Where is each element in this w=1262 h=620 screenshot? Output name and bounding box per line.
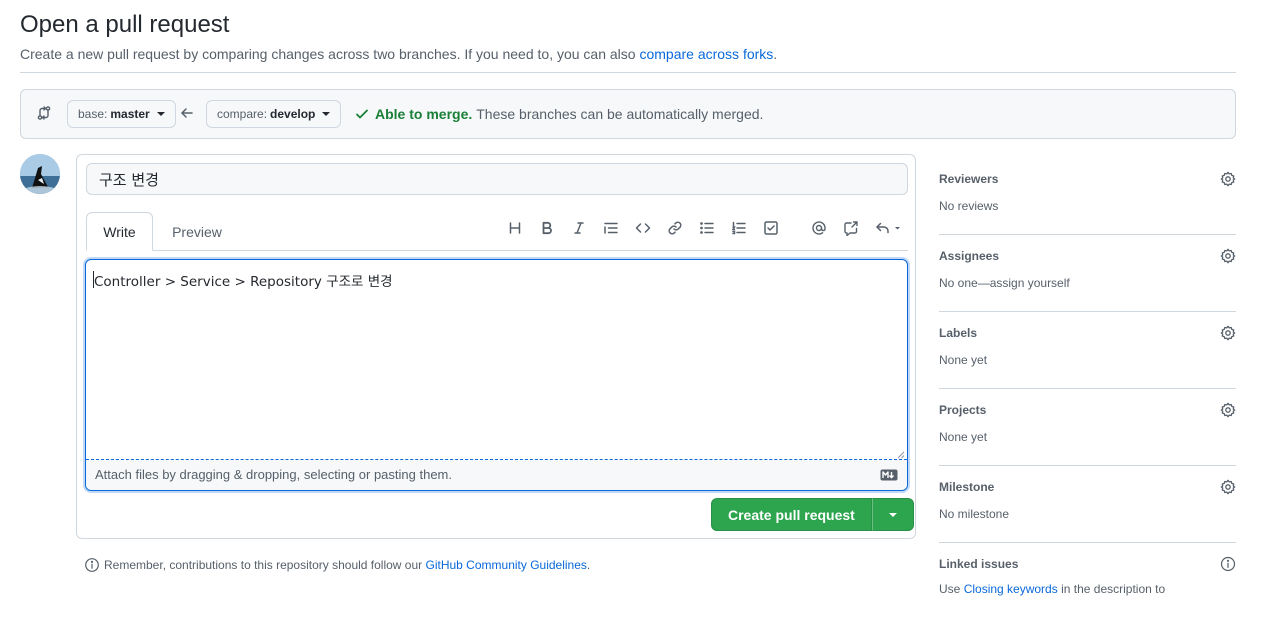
comment-body-text[interactable]: Controller > Service > Repository 구조로 변경 [93, 270, 393, 290]
page-title: Open a pull request [20, 11, 230, 38]
community-guidelines-link[interactable]: GitHub Community Guidelines [426, 558, 587, 572]
base-branch-select[interactable]: base: master [67, 100, 176, 128]
heading-icon[interactable] [507, 220, 523, 236]
base-prefix: base: [78, 107, 108, 121]
gear-icon[interactable] [1220, 171, 1236, 187]
milestone-value: No milestone [939, 507, 1010, 521]
guidelines-end: . [586, 558, 591, 572]
create-options-dropdown[interactable] [871, 498, 914, 531]
compare-across-forks-link[interactable]: compare across forks [639, 46, 773, 62]
code-icon[interactable] [635, 220, 651, 236]
quote-icon[interactable] [603, 220, 619, 236]
compare-prefix: compare: [217, 107, 268, 121]
info-icon[interactable] [1220, 556, 1236, 572]
arrow-left-icon [179, 105, 195, 121]
chevron-down-icon [888, 512, 897, 517]
pull-request-form: Write Preview Controller > Service > Rep… [76, 154, 916, 539]
link-icon[interactable] [667, 220, 683, 236]
contribution-guidelines-note: Remember, contributions to this reposito… [84, 557, 590, 573]
comment-editor[interactable]: Controller > Service > Repository 구조로 변경… [85, 259, 908, 491]
labels-value: None yet [939, 353, 988, 367]
tab-write[interactable]: Write [86, 212, 153, 251]
linked-issues-value: Use Closing keywords in the description … [939, 582, 1165, 596]
gear-icon[interactable] [1220, 479, 1236, 495]
merge-status: Able to merge. These branches can be aut… [354, 106, 763, 122]
info-icon [84, 557, 100, 573]
chevron-down-icon [322, 112, 331, 116]
sidebar-section-assignees: Assignees No one—assign yourself [939, 235, 1236, 312]
merge-status-text: These branches can be automatically merg… [476, 106, 764, 122]
attach-files-text: Attach files by dragging & dropping, sel… [95, 467, 452, 482]
mention-icon[interactable] [811, 220, 827, 236]
task-list-icon[interactable] [763, 220, 779, 236]
resize-handle-icon[interactable] [897, 446, 905, 459]
compare-branch-select[interactable]: compare: develop [206, 100, 342, 128]
subtitle-text: Create a new pull request by comparing c… [20, 46, 636, 62]
branch-range-bar: base: master compare: develop Able to me… [20, 89, 1236, 139]
avatar[interactable] [20, 154, 60, 194]
subtitle-end: . [773, 46, 778, 62]
linked-issues-prefix: Use [939, 582, 961, 596]
linked-issues-heading: Linked issues [939, 557, 1019, 571]
reference-icon[interactable] [843, 220, 859, 236]
milestone-heading[interactable]: Milestone [939, 480, 994, 494]
ordered-list-icon[interactable] [731, 220, 747, 236]
merge-ok-label: Able to merge. [375, 106, 473, 122]
linked-issues-suffix: in the description to [1061, 582, 1166, 596]
guidelines-text: Remember, contributions to this reposito… [104, 558, 423, 572]
sidebar: Reviewers No reviews Assignees No one—as… [939, 158, 1236, 620]
attach-files-bar[interactable]: Attach files by dragging & dropping, sel… [86, 459, 907, 490]
chevron-down-icon [156, 112, 165, 116]
projects-heading[interactable]: Projects [939, 403, 986, 417]
header-divider [20, 72, 1236, 73]
git-compare-icon [36, 105, 54, 123]
gear-icon[interactable] [1220, 325, 1236, 341]
closing-keywords-link[interactable]: Closing keywords [964, 582, 1058, 596]
create-pull-request-button[interactable]: Create pull request [711, 498, 872, 531]
labels-heading[interactable]: Labels [939, 326, 977, 340]
italic-icon[interactable] [571, 220, 587, 236]
reviewers-heading[interactable]: Reviewers [939, 172, 998, 186]
reviewers-value: No reviews [939, 199, 999, 213]
reply-icon[interactable] [875, 220, 905, 236]
title-input[interactable] [86, 163, 908, 195]
markdown-icon[interactable] [880, 469, 898, 481]
check-icon [354, 106, 370, 122]
base-branch-name: master [110, 107, 150, 121]
projects-value: None yet [939, 430, 988, 444]
compare-branch-name: develop [270, 107, 316, 121]
page-subtitle: Create a new pull request by comparing c… [20, 46, 777, 62]
sidebar-section-reviewers: Reviewers No reviews [939, 158, 1236, 235]
sidebar-section-milestone: Milestone No milestone [939, 466, 1236, 543]
sidebar-section-projects: Projects None yet [939, 389, 1236, 466]
bold-icon[interactable] [539, 220, 555, 236]
sidebar-section-labels: Labels None yet [939, 312, 1236, 389]
tab-preview[interactable]: Preview [159, 212, 235, 251]
gear-icon[interactable] [1220, 248, 1236, 264]
gear-icon[interactable] [1220, 402, 1236, 418]
unordered-list-icon[interactable] [699, 220, 715, 236]
sidebar-section-linked-issues: Linked issues Use Closing keywords in th… [939, 543, 1236, 620]
assignees-heading[interactable]: Assignees [939, 249, 999, 263]
assignees-value[interactable]: No one—assign yourself [939, 276, 1070, 290]
create-pull-request-group: Create pull request [711, 498, 914, 531]
